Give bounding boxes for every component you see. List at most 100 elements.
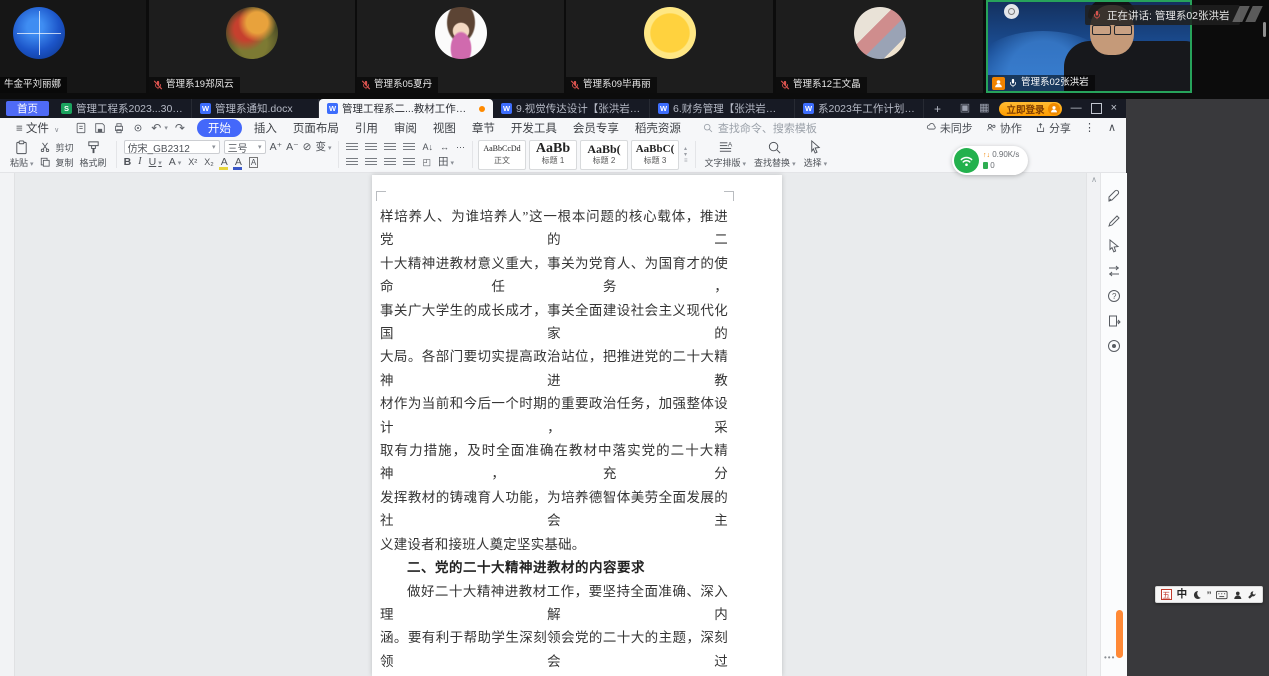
command-search[interactable]: 查找命令、搜索模板	[703, 120, 817, 136]
menu-file[interactable]: ≡ 文件 ∨	[8, 120, 67, 136]
rocket-icon[interactable]	[1107, 189, 1121, 203]
export-doc-icon[interactable]	[1107, 314, 1121, 328]
menu-tab-start[interactable]: 开始	[197, 119, 242, 137]
align-center-button[interactable]	[365, 158, 377, 167]
justify-button[interactable]	[403, 158, 415, 167]
bold-button[interactable]: B	[124, 157, 132, 168]
decrease-indent-button[interactable]	[384, 143, 396, 152]
menu-tab-resources[interactable]: 稻壳资源	[627, 120, 689, 136]
strip-scrollbar[interactable]	[1263, 22, 1266, 37]
more-tools-dots[interactable]: •••	[1104, 653, 1115, 662]
char-effects-button[interactable]: A▾	[169, 157, 182, 168]
cursor-icon[interactable]	[1107, 239, 1121, 253]
participant-tile[interactable]: 管理系12王文晶	[776, 0, 983, 93]
preview-icon[interactable]	[132, 122, 144, 134]
typeset-button[interactable]: A 文字排版▾	[701, 139, 751, 170]
subscript-button[interactable]: X₂	[204, 158, 214, 167]
menu-tab-page-layout[interactable]: 页面布局	[285, 120, 347, 136]
format-painter-button[interactable]: 格式刷	[76, 139, 111, 170]
more-menu-icon[interactable]: ⋮	[1084, 121, 1095, 134]
ime-logo-icon[interactable]: 五	[1161, 589, 1172, 600]
adjust-icon[interactable]	[1107, 264, 1121, 278]
menu-tab-member[interactable]: 会员专享	[565, 120, 627, 136]
new-doc-icon[interactable]	[75, 122, 87, 134]
shading-button[interactable]: ◰	[422, 158, 431, 167]
tab-home[interactable]: 首页	[6, 101, 49, 116]
align-right-button[interactable]	[384, 158, 396, 167]
ime-punctuation-toggle[interactable]: ’’	[1207, 593, 1212, 597]
align-left-button[interactable]	[346, 158, 358, 167]
copy-button[interactable]: 复制	[40, 155, 74, 169]
clear-format-button[interactable]: ⊘	[303, 142, 312, 153]
font-color-button[interactable]: A	[235, 157, 242, 168]
ime-language-toggle[interactable]: 中	[1177, 589, 1188, 600]
minimize-button[interactable]: —	[1071, 103, 1082, 114]
italic-button[interactable]: I	[138, 157, 142, 168]
help-icon[interactable]: ?	[1107, 289, 1121, 303]
style-normal[interactable]: AaBbCcDd 正文	[478, 140, 526, 170]
location-icon[interactable]	[1107, 339, 1121, 353]
increase-indent-button[interactable]	[403, 143, 415, 152]
bullet-list-button[interactable]	[346, 143, 358, 152]
find-replace-button[interactable]: 查找替换▾	[750, 139, 800, 170]
paste-button[interactable]: 粘贴▾	[6, 139, 38, 170]
style-heading3[interactable]: AaBbC( 标题 3	[631, 140, 679, 170]
pin-icon[interactable]	[1004, 4, 1019, 19]
select-button[interactable]: 选择▾	[800, 139, 832, 170]
login-button[interactable]: 立即登录	[999, 102, 1062, 116]
tab-document[interactable]: W 系2023年工作计划.doc	[795, 99, 924, 118]
ime-settings-wrench-icon[interactable]	[1247, 590, 1257, 600]
participant-tile[interactable]: 管理系09毕再丽	[566, 0, 773, 93]
print-icon[interactable]	[113, 122, 125, 134]
tab-document[interactable]: W 管理系通知.docx	[192, 99, 319, 118]
tabs-button[interactable]: ⋯	[456, 143, 465, 152]
menu-tab-section[interactable]: 章节	[464, 120, 503, 136]
new-tab-button[interactable]: +	[924, 99, 951, 118]
undo-button[interactable]: ↶▾	[151, 121, 168, 135]
participant-tile[interactable]: 管理系19郑凤云	[149, 0, 355, 93]
tab-document[interactable]: W 6.财务管理【张洪岩评】.docx	[650, 99, 795, 118]
scrollbar-thumb[interactable]	[1116, 610, 1123, 658]
ime-keyboard-icon[interactable]	[1216, 590, 1227, 600]
increase-font-button[interactable]: A⁺	[270, 142, 283, 153]
style-heading2[interactable]: AaBb( 标题 2	[580, 140, 628, 170]
font-size-select[interactable]: 三号▾	[224, 140, 266, 154]
grid-icon[interactable]: ▦	[979, 103, 989, 114]
share-button[interactable]: 分享	[1035, 120, 1071, 136]
collapse-ribbon-icon[interactable]: ∧	[1108, 121, 1116, 134]
tab-document[interactable]: S 管理工程系2023...30-2.12)	[53, 99, 192, 118]
participant-tile[interactable]: 牛金平刘丽娜	[0, 0, 146, 93]
pen-icon[interactable]	[1107, 214, 1121, 228]
phonetic-guide-button[interactable]: 变▾	[315, 142, 331, 153]
menu-tab-insert[interactable]: 插入	[246, 120, 285, 136]
document-page[interactable]: 样培养人、为谁培养人”这一根本问题的核心载体，推进党的二 十大精神进教材意义重大…	[372, 175, 782, 676]
menu-tab-view[interactable]: 视图	[425, 120, 464, 136]
collaborate-button[interactable]: 协作	[986, 120, 1022, 136]
decrease-font-button[interactable]: A⁻	[286, 142, 299, 153]
enclose-char-button[interactable]: A	[249, 157, 258, 168]
style-heading1[interactable]: AaBb 标题 1	[529, 140, 577, 170]
tab-document[interactable]: W 9.视觉传达设计【张洪岩评】	[493, 99, 650, 118]
sync-status[interactable]: 未同步	[926, 120, 973, 136]
scroll-up-icon[interactable]: ∧	[1091, 175, 1097, 184]
menu-tab-review[interactable]: 审阅	[386, 120, 425, 136]
superscript-button[interactable]: X²	[188, 158, 197, 167]
borders-button[interactable]: 田▾	[438, 157, 454, 168]
panel-icon[interactable]: ▣	[960, 103, 970, 114]
maximize-button[interactable]	[1091, 103, 1102, 114]
underline-button[interactable]: U▾	[149, 157, 162, 168]
highlight-button[interactable]: A	[221, 157, 228, 168]
navigation-strip[interactable]	[0, 173, 15, 676]
save-icon[interactable]	[94, 122, 106, 134]
menu-tab-references[interactable]: 引用	[347, 120, 386, 136]
close-button[interactable]: ×	[1111, 103, 1117, 114]
text-direction-button[interactable]: ↔	[440, 143, 449, 152]
redo-button[interactable]: ↷	[175, 121, 185, 135]
menu-tab-developer[interactable]: 开发工具	[503, 120, 565, 136]
ime-user-icon[interactable]	[1233, 590, 1243, 600]
network-monitor[interactable]: ↑↓ 0.90K/s 0	[952, 146, 1028, 175]
participant-tile[interactable]: 管理系05夏丹	[357, 0, 564, 93]
cut-button[interactable]: 剪切	[40, 140, 74, 154]
styles-scroll-arrows[interactable]: ▴▾≡	[682, 147, 690, 163]
number-list-button[interactable]	[365, 143, 377, 152]
